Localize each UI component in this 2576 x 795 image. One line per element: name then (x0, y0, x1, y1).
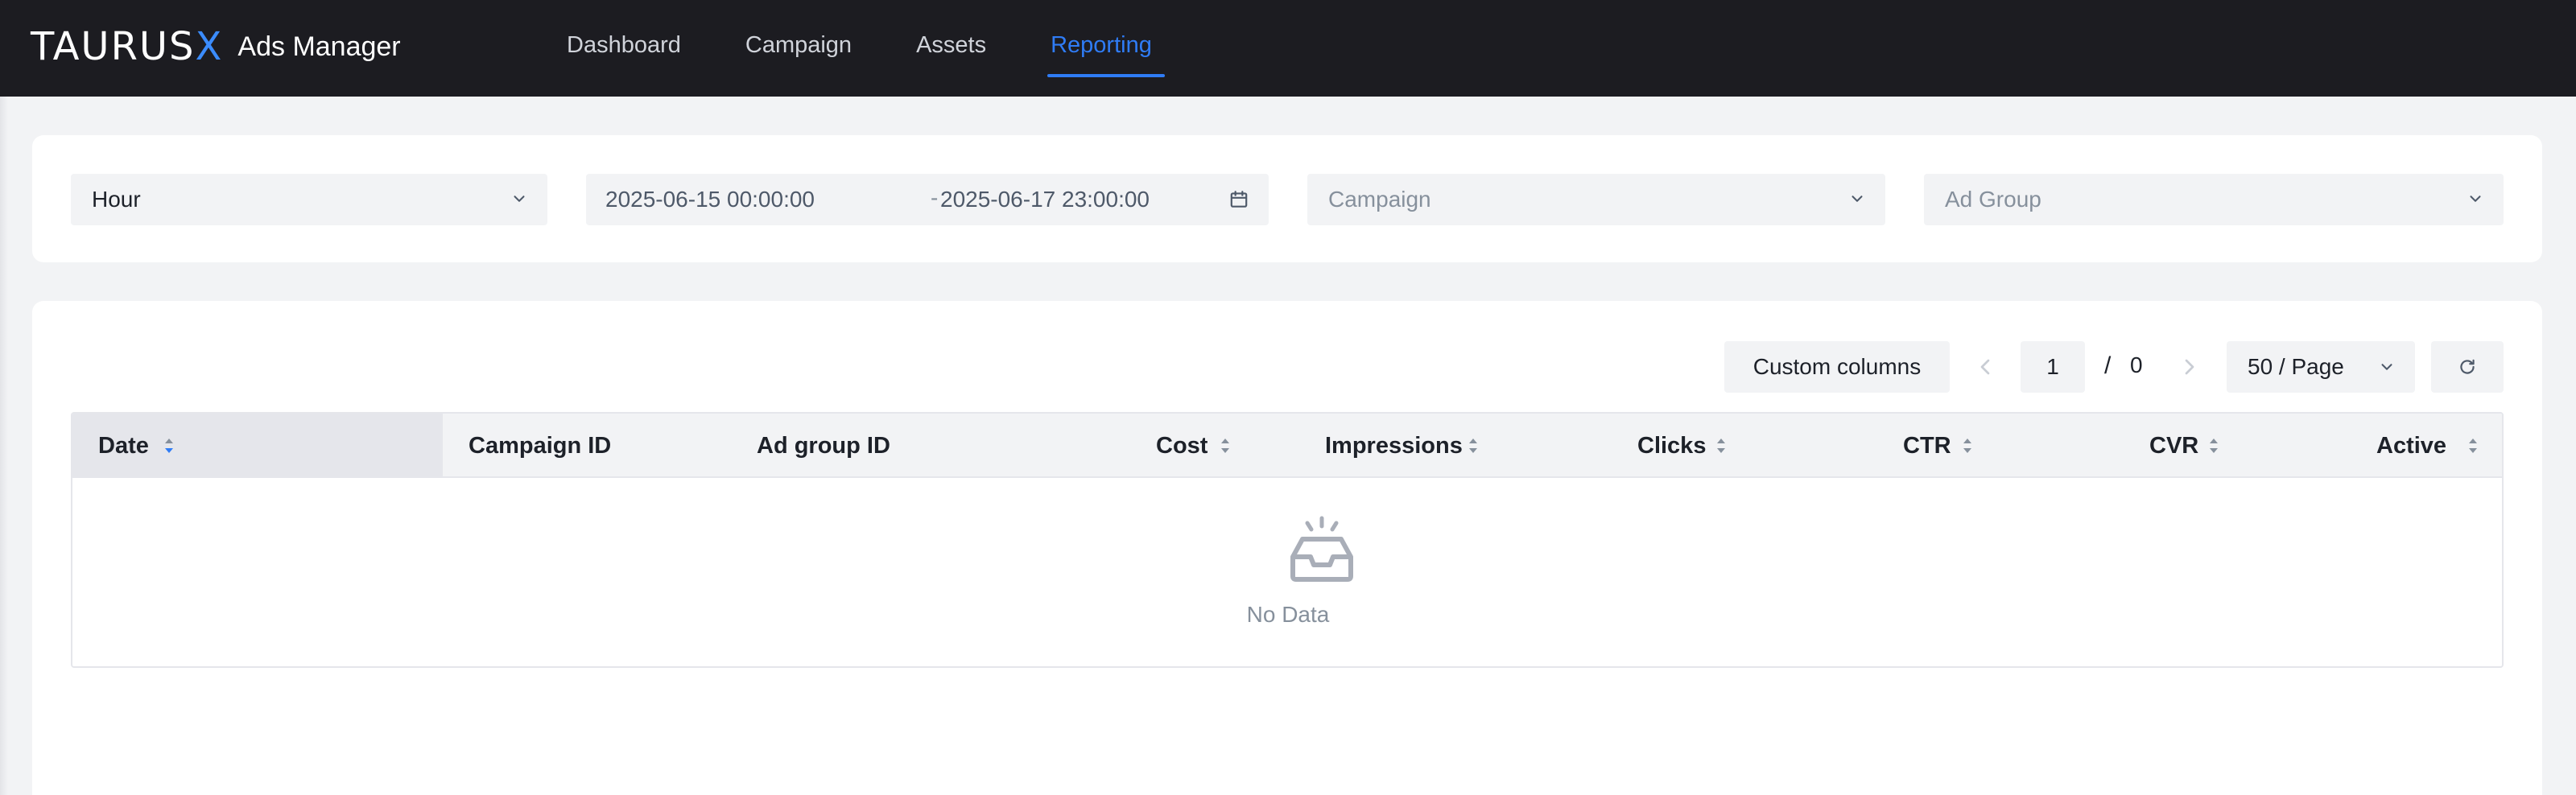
total-pages: 0 (2130, 352, 2143, 377)
chevron-down-icon (2470, 196, 2481, 202)
column-header-clicks[interactable]: Clicks (1637, 414, 1706, 478)
refresh-button[interactable] (2431, 341, 2504, 393)
chevron-right-icon[interactable] (2177, 354, 2202, 380)
table-header: Date Campaign ID Ad group ID Cost Impres… (72, 414, 2502, 478)
sort-icon[interactable] (1961, 435, 1974, 457)
sort-icon[interactable] (2467, 435, 2479, 457)
column-header-ad-group-id: Ad group ID (757, 433, 890, 459)
chevron-left-icon[interactable] (1972, 354, 1998, 380)
column-header-active[interactable]: Active (2376, 414, 2446, 478)
refresh-icon (2460, 359, 2475, 374)
date-separator: - (931, 185, 939, 210)
page-size-value: 50 / Page (2248, 354, 2344, 379)
sort-icon[interactable] (1467, 435, 1480, 457)
column-header-campaign-id: Campaign ID (469, 433, 612, 459)
calendar-icon[interactable] (1228, 189, 1249, 210)
brand-logo[interactable]: TAURUSX Ads Manager (31, 23, 401, 71)
nav-item-dashboard[interactable]: Dashboard (564, 0, 684, 97)
nav-item-assets[interactable]: Assets (913, 0, 989, 97)
sort-icon[interactable] (1219, 435, 1232, 457)
main-nav: Dashboard Campaign Assets Reporting (564, 0, 1213, 97)
ad-group-placeholder: Ad Group (1945, 187, 2041, 212)
logo-wordmark: TAURUSX (31, 24, 224, 69)
chevron-down-icon (2381, 364, 2392, 370)
empty-inbox-icon (1290, 516, 1353, 582)
nav-item-campaign[interactable]: Campaign (742, 0, 855, 97)
app-subtitle: Ads Manager (237, 31, 401, 62)
page-size-select[interactable]: 50 / Page (2227, 341, 2415, 393)
column-header-date[interactable]: Date (98, 414, 149, 478)
granularity-select[interactable]: Hour (71, 174, 547, 225)
current-page-input[interactable]: 1 (2021, 341, 2085, 393)
sort-icon[interactable] (1715, 435, 1728, 457)
report-table: Date Campaign ID Ad group ID Cost Impres… (71, 412, 2504, 668)
campaign-placeholder: Campaign (1328, 187, 1431, 212)
page-separator: / (2104, 352, 2112, 379)
date-range-picker[interactable]: 2025-06-15 00:00:00 - 2025-06-17 23:00:0… (586, 174, 1269, 225)
campaign-select[interactable]: Campaign (1307, 174, 1885, 225)
sort-icon[interactable] (163, 435, 175, 457)
chevron-down-icon (514, 196, 525, 202)
chevron-down-icon (1852, 196, 1863, 202)
sort-icon[interactable] (2207, 435, 2220, 457)
left-edge-shadow (0, 97, 8, 795)
date-end-input[interactable]: 2025-06-17 23:00:00 (940, 187, 1150, 212)
column-header-ctr[interactable]: CTR (1903, 414, 1951, 478)
column-header-impressions[interactable]: Impressions (1325, 414, 1463, 478)
column-header-cost[interactable]: Cost (1156, 414, 1208, 478)
empty-state-text: No Data (1246, 602, 1330, 627)
report-table-panel: Custom columns 1 / 0 50 / Page Date Camp… (32, 301, 2542, 795)
nav-item-reporting[interactable]: Reporting (1047, 0, 1165, 97)
granularity-value: Hour (92, 187, 141, 212)
filter-panel: Hour 2025-06-15 00:00:00 - 2025-06-17 23… (32, 135, 2542, 262)
custom-columns-button[interactable]: Custom columns (1724, 341, 1950, 393)
date-start-input[interactable]: 2025-06-15 00:00:00 (605, 187, 815, 212)
top-navigation-bar: TAURUSX Ads Manager Dashboard Campaign A… (0, 0, 2576, 97)
ad-group-select[interactable]: Ad Group (1924, 174, 2504, 225)
column-header-cvr[interactable]: CVR (2149, 414, 2198, 478)
